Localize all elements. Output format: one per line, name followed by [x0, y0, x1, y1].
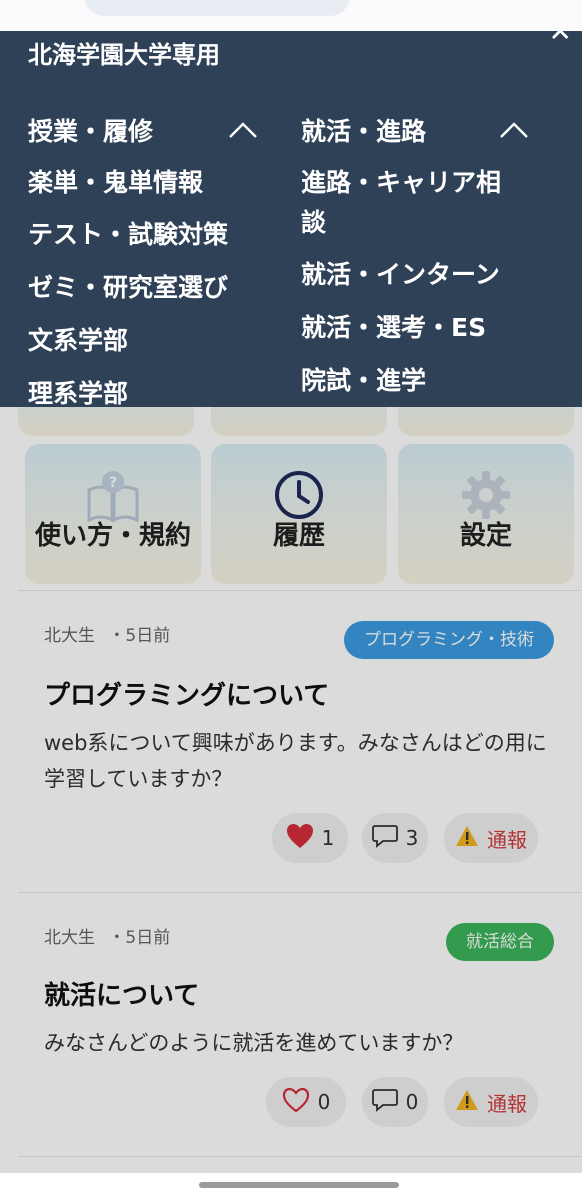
category-menu: 北海学園大学専用 ✕ 授業・履修 楽単・鬼単情報 テスト・試験対策 ゼミ・研究室… [0, 15, 582, 408]
menu-item[interactable]: 進路・キャリア相 [301, 163, 501, 199]
menu-item[interactable]: 就活・インターン [301, 255, 500, 291]
menu-section-header[interactable]: 就活・進路 [301, 113, 541, 147]
menu-section-header[interactable]: 授業・履修 [28, 113, 268, 147]
menu-item[interactable]: テスト・試験対策 [28, 215, 228, 251]
menu-university-title: 北海学園大学専用 [28, 41, 220, 69]
menu-section-title: 就活・進路 [301, 117, 427, 146]
menu-item[interactable]: ゼミ・研究室選び [28, 268, 228, 304]
url-bar[interactable] [84, 0, 350, 16]
chevron-up-icon[interactable] [228, 117, 258, 146]
menu-column-classes: 授業・履修 楽単・鬼単情報 テスト・試験対策 ゼミ・研究室選び 文系学部 理系学… [28, 113, 268, 408]
menu-item[interactable]: 談 [301, 203, 326, 239]
menu-item[interactable]: 楽単・鬼単情報 [28, 163, 203, 199]
menu-section-title: 授業・履修 [28, 117, 154, 146]
home-indicator[interactable] [199, 1182, 399, 1188]
menu-item[interactable]: 文系学部 [28, 321, 128, 357]
menu-item[interactable]: 就活・選考・ES [301, 308, 486, 344]
chevron-up-icon[interactable] [499, 117, 529, 146]
menu-item[interactable]: 理系学部 [28, 374, 128, 410]
menu-column-career: 就活・進路 進路・キャリア相 談 就活・インターン 就活・選考・ES 院試・進学 [301, 113, 541, 395]
menu-item[interactable]: 院試・進学 [301, 361, 426, 397]
